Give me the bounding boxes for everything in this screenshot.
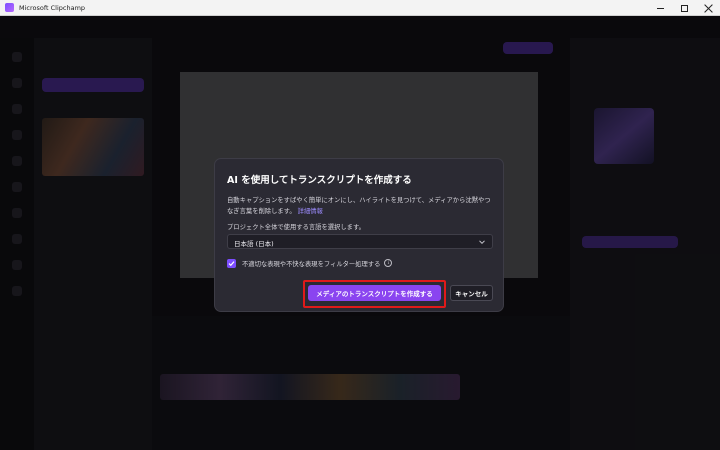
checkmark-icon	[228, 260, 235, 266]
learn-more-link[interactable]: 詳細情報	[298, 208, 323, 215]
window-titlebar: Microsoft Clipchamp	[0, 0, 720, 16]
cancel-button[interactable]: キャンセル	[450, 285, 493, 301]
minimize-icon	[656, 7, 664, 9]
filter-checkbox[interactable]	[227, 258, 236, 268]
language-prompt: プロジェクト全体で使用する言語を選択します。	[227, 224, 365, 231]
create-transcript-button[interactable]: メディアのトランスクリプトを作成する	[308, 285, 441, 301]
window-controls	[648, 0, 720, 16]
clipchamp-logo-icon	[5, 3, 14, 12]
chevron-down-icon	[479, 240, 485, 245]
close-icon	[704, 4, 713, 13]
maximize-icon	[680, 4, 688, 12]
dialog-description: 自動キャプションをすばやく簡単にオンにし、ハイライトを見つけて、メディアから沈黙…	[227, 195, 493, 217]
filter-checkbox-label: 不適切な表現や不快な表現をフィルター処理する	[242, 260, 381, 268]
language-selected-value: 日本語 (日本)	[234, 240, 274, 248]
language-select[interactable]: 日本語 (日本)	[227, 234, 493, 249]
maximize-button[interactable]	[672, 0, 696, 16]
description-text: 自動キャプションをすばやく簡単にオンにし、ハイライトを見つけて、メディアから沈黙…	[227, 197, 491, 215]
info-icon[interactable]: i	[384, 259, 393, 267]
close-window-button[interactable]	[696, 0, 720, 16]
window-title: Microsoft Clipchamp	[19, 3, 86, 12]
dialog-title: AI を使用してトランスクリプトを作成する	[227, 175, 412, 186]
filter-option: 不適切な表現や不快な表現をフィルター処理する i	[227, 257, 393, 269]
transcript-dialog: AI を使用してトランスクリプトを作成する 自動キャプションをすばやく簡単にオン…	[214, 158, 504, 312]
minimize-button[interactable]	[648, 0, 672, 16]
